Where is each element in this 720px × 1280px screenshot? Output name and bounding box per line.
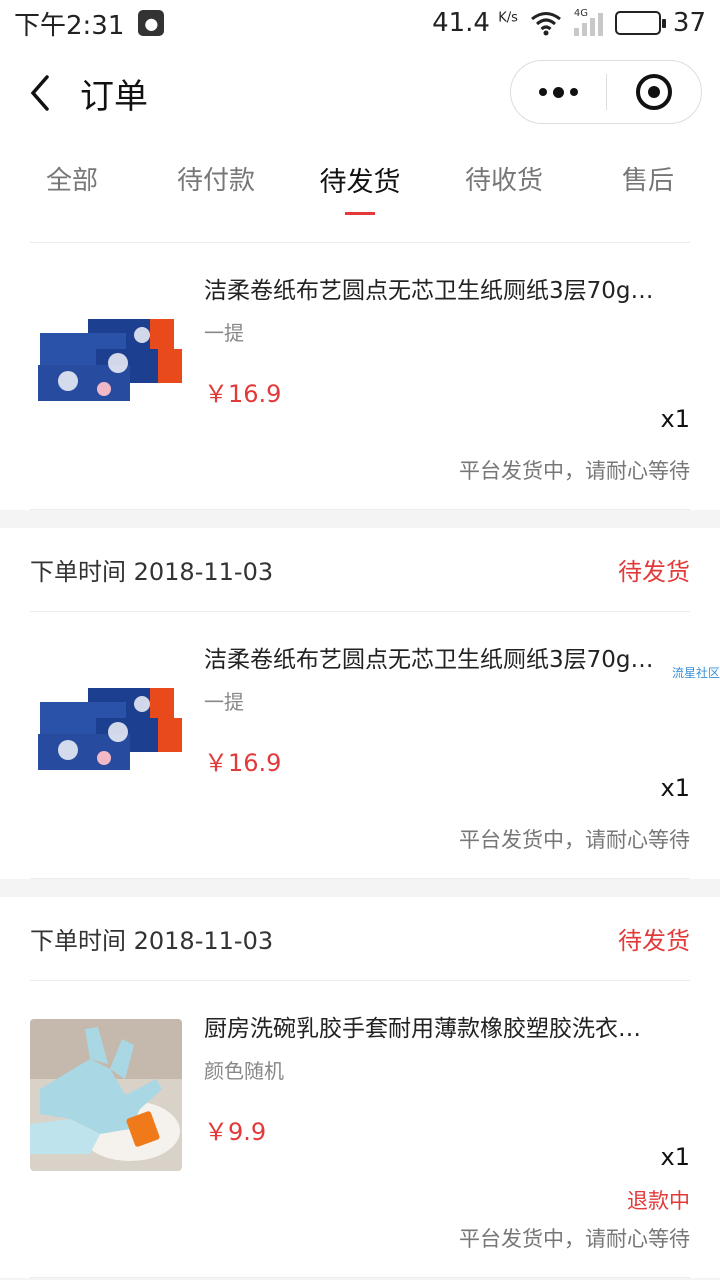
network-speed: 41.4 K/s xyxy=(432,8,518,38)
target-icon xyxy=(635,74,672,110)
order-item-info: 洁柔卷纸布艺圆点无芯卫生纸厕纸3层70g… 一提 ￥16.9 x1 xyxy=(204,271,690,433)
product-name[interactable]: 洁柔卷纸布艺圆点无芯卫生纸厕纸3层70g… xyxy=(204,640,664,680)
network-speed-value: 41.4 xyxy=(432,8,490,38)
shipping-status-note: 平台发货中，请耐心等待 xyxy=(30,433,690,510)
tab-pending-payment[interactable]: 待付款 xyxy=(144,140,288,242)
shipping-status-note: 平台发货中，请耐心等待 xyxy=(30,802,690,879)
product-quantity: x1 xyxy=(660,405,690,433)
status-bar: 下午2:31 ● 41.4 K/s 4G 37 xyxy=(0,0,720,46)
cell-signal-icon: 4G xyxy=(573,8,603,36)
product-thumbnail[interactable] xyxy=(30,650,182,802)
miniprogram-capsule xyxy=(510,60,702,124)
tab-after-sales[interactable]: 售后 xyxy=(576,140,720,242)
battery-level: 37 xyxy=(672,8,706,38)
more-dot-icon xyxy=(538,88,547,96)
network-type: 4G xyxy=(573,8,589,19)
tab-pending-receipt[interactable]: 待收货 xyxy=(432,140,576,242)
watermark-text: 流星社区 xyxy=(671,666,720,680)
status-right: 41.4 K/s 4G 37 xyxy=(432,8,706,38)
order-date: 下单时间 2018-11-03 xyxy=(30,558,274,586)
tab-all[interactable]: 全部 xyxy=(0,140,144,242)
more-menu-button[interactable] xyxy=(511,60,606,124)
close-miniprogram-button[interactable] xyxy=(607,60,702,124)
refund-status[interactable]: 退款中 xyxy=(627,1185,690,1215)
wifi-icon xyxy=(530,10,562,36)
status-time: 下午2:31 xyxy=(14,10,125,41)
product-spec: 一提 xyxy=(204,321,244,345)
tab-pending-shipment[interactable]: 待发货 xyxy=(288,140,432,242)
more-dot-icon xyxy=(552,86,564,98)
order-item-info: 厨房洗碗乳胶手套耐用薄款橡胶塑胶洗衣… 颜色随机 ￥9.9 x1 退款中 xyxy=(204,1009,690,1213)
order-status: 待发货 xyxy=(618,927,690,955)
more-dot-icon xyxy=(569,88,578,96)
qq-notification-icon: ● xyxy=(138,10,165,36)
order-header: 下单时间 2018-11-03 待发货 xyxy=(30,528,690,612)
order-card: 洁柔卷纸布艺圆点无芯卫生纸厕纸3层70g… 一提 ￥16.9 x1 平台发货中，… xyxy=(0,242,720,510)
order-item[interactable]: 洁柔卷纸布艺圆点无芯卫生纸厕纸3层70g… 一提 ￥16.9 x1 xyxy=(30,243,690,433)
order-item[interactable]: 洁柔卷纸布艺圆点无芯卫生纸厕纸3层70g… 一提 ￥16.9 x1 流星社区 xyxy=(30,612,720,802)
chevron-left-icon xyxy=(30,75,49,111)
order-header: 下单时间 2018-11-03 待发货 xyxy=(30,897,690,981)
order-card: 下单时间 2018-11-03 待发货 洁柔卷纸布艺圆点无芯卫生纸厕纸3层70g… xyxy=(0,528,720,879)
order-list[interactable]: 洁柔卷纸布艺圆点无芯卫生纸厕纸3层70g… 一提 ￥16.9 x1 平台发货中，… xyxy=(0,242,720,1280)
order-card: 下单时间 2018-11-03 待发货 厨房洗碗乳胶手套耐用薄款橡胶塑胶洗衣… … xyxy=(0,897,720,1278)
order-item-info: 洁柔卷纸布艺圆点无芯卫生纸厕纸3层70g… 一提 ￥16.9 x1 流星社区 xyxy=(204,640,720,802)
product-price: ￥9.9 xyxy=(204,1118,267,1146)
shipping-status-note: 平台发货中，请耐心等待 xyxy=(30,1171,690,1278)
product-price: ￥16.9 xyxy=(204,749,282,777)
navigation-bar: 订单 xyxy=(0,46,720,140)
page-title: 订单 xyxy=(80,76,148,117)
product-name[interactable]: 洁柔卷纸布艺圆点无芯卫生纸厕纸3层70g… xyxy=(204,271,664,311)
product-thumbnail[interactable] xyxy=(30,281,182,433)
network-speed-unit: K/s xyxy=(498,10,518,26)
order-date: 下单时间 2018-11-03 xyxy=(30,927,274,955)
product-price: ￥16.9 xyxy=(204,380,282,408)
product-spec: 颜色随机 xyxy=(204,1059,284,1083)
product-quantity: x1 xyxy=(660,774,690,802)
battery-icon xyxy=(614,11,666,35)
order-item[interactable]: 厨房洗碗乳胶手套耐用薄款橡胶塑胶洗衣… 颜色随机 ￥9.9 x1 退款中 xyxy=(30,981,690,1213)
back-button[interactable] xyxy=(0,46,80,140)
product-thumbnail[interactable] xyxy=(30,1019,182,1171)
order-status-tabs: 全部 待付款 待发货 待收货 售后 xyxy=(0,140,720,242)
product-spec: 一提 xyxy=(204,690,244,714)
order-status: 待发货 xyxy=(618,558,690,586)
product-quantity: x1 xyxy=(660,1143,690,1171)
product-name[interactable]: 厨房洗碗乳胶手套耐用薄款橡胶塑胶洗衣… xyxy=(204,1009,664,1049)
